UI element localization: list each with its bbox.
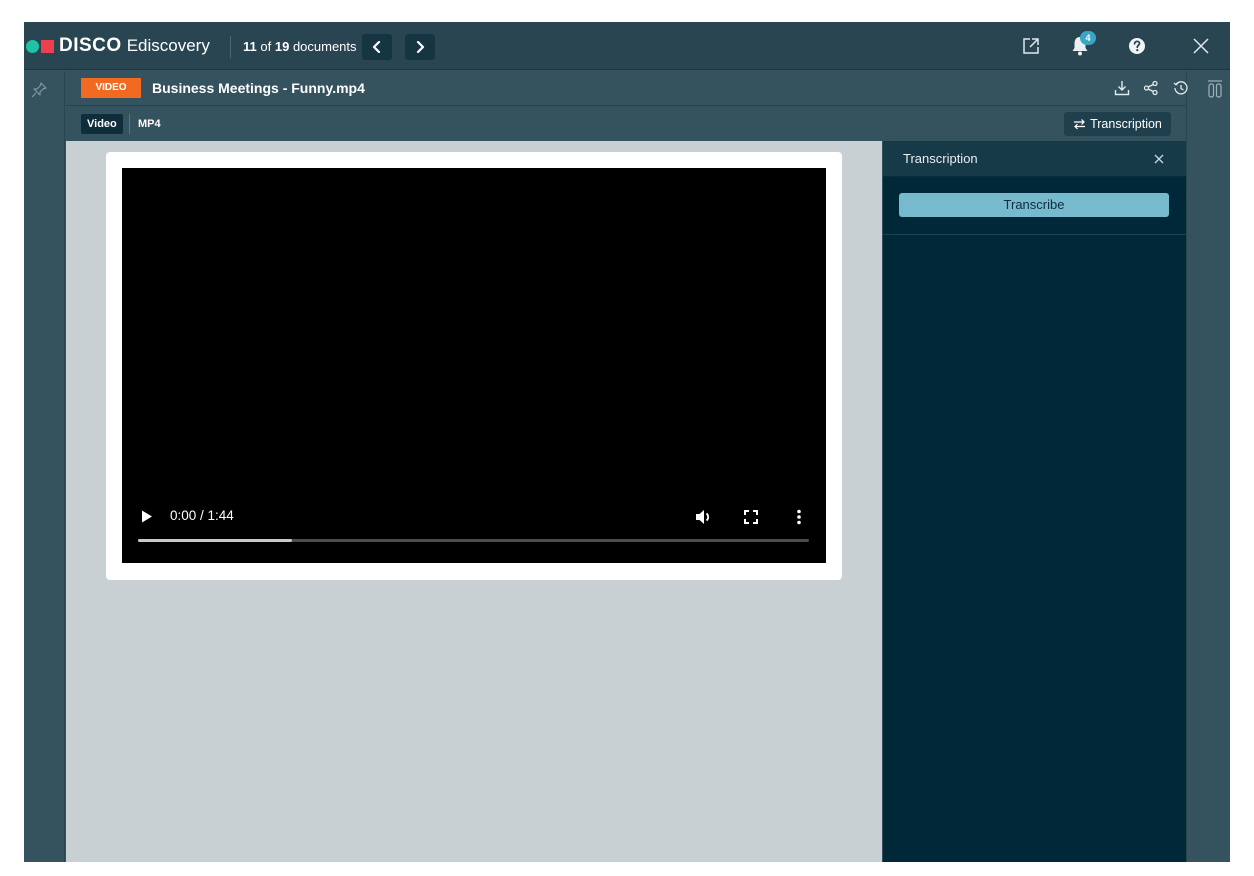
- fullscreen-button[interactable]: [742, 508, 760, 526]
- open-external-button[interactable]: [1019, 34, 1043, 58]
- share-icon: [1143, 80, 1158, 96]
- documents-label: documents: [292, 39, 357, 54]
- transcription-panel-header: Transcription: [883, 141, 1186, 177]
- more-vertical-icon: [797, 509, 801, 525]
- divider: [129, 114, 130, 134]
- total-documents-number: 19: [274, 39, 290, 54]
- close-viewer-button[interactable]: [1189, 34, 1213, 58]
- pin-icon: [31, 82, 47, 98]
- close-icon: [1154, 154, 1164, 164]
- close-icon: [1193, 38, 1209, 54]
- top-bar: DISCO Ediscovery 11 of 19 documents 4: [24, 22, 1230, 70]
- app-window: DISCO Ediscovery 11 of 19 documents 4 VI…: [24, 22, 1230, 862]
- video-card: 0:00 / 1:44: [106, 152, 842, 580]
- help-button[interactable]: [1125, 34, 1149, 58]
- download-button[interactable]: [1112, 78, 1132, 98]
- right-rail: [1186, 71, 1230, 862]
- document-viewer: 0:00 / 1:44: [66, 141, 882, 862]
- columns-icon: [1208, 80, 1222, 98]
- fullscreen-icon: [744, 510, 758, 524]
- columns-toggle-button[interactable]: [1207, 79, 1227, 101]
- playback-time: 0:00 / 1:44: [170, 508, 234, 523]
- swap-arrows-icon: [1074, 119, 1086, 130]
- panel-title: Transcription: [903, 151, 978, 166]
- download-icon: [1114, 81, 1130, 96]
- file-format-label: MP4: [138, 118, 161, 130]
- share-button[interactable]: [1141, 78, 1161, 98]
- document-position: 11 of 19 documents: [243, 38, 357, 56]
- document-title-bar: VIDEO Business Meetings - Funny.mp4: [66, 71, 1188, 106]
- tab-video[interactable]: Video: [81, 114, 123, 134]
- document-type-badge: VIDEO: [81, 78, 141, 98]
- notification-count-badge: 4: [1080, 31, 1096, 45]
- of-label: of: [260, 39, 272, 54]
- video-player[interactable]: 0:00 / 1:44: [122, 168, 826, 563]
- previous-document-button[interactable]: [362, 34, 392, 60]
- view-mode-bar: Video MP4 Transcription: [66, 107, 1186, 141]
- history-button[interactable]: [1171, 78, 1191, 98]
- play-icon: [142, 510, 152, 522]
- next-document-button[interactable]: [405, 34, 435, 60]
- logo: DISCO Ediscovery: [26, 36, 210, 56]
- left-rail: [24, 71, 65, 862]
- current-document-number: 11: [243, 39, 257, 54]
- play-button[interactable]: [140, 508, 154, 524]
- chevron-left-icon: [372, 41, 381, 53]
- chevron-right-icon: [416, 41, 425, 53]
- transcription-panel: Transcription Transcribe: [883, 141, 1186, 862]
- divider: [230, 36, 231, 58]
- document-title: Business Meetings - Funny.mp4: [152, 80, 365, 96]
- volume-icon: [696, 510, 710, 524]
- transcription-toggle-button[interactable]: Transcription: [1064, 112, 1171, 136]
- more-options-button[interactable]: [790, 508, 808, 526]
- logo-subtitle: Ediscovery: [126, 36, 210, 55]
- external-link-icon: [1023, 38, 1039, 54]
- transcription-toggle-label: Transcription: [1090, 117, 1162, 131]
- transcribe-button[interactable]: Transcribe: [899, 193, 1169, 217]
- buffered-progress: [138, 539, 293, 542]
- history-icon: [1173, 81, 1188, 95]
- divider: [883, 234, 1186, 235]
- progress-track[interactable]: [138, 539, 809, 542]
- volume-button[interactable]: [694, 508, 714, 526]
- logo-dot: [26, 39, 39, 53]
- close-panel-button[interactable]: [1151, 151, 1167, 167]
- logo-square: [41, 39, 54, 53]
- help-icon: [1129, 38, 1145, 54]
- pin-button[interactable]: [30, 81, 50, 101]
- logo-text: DISCO: [59, 35, 122, 56]
